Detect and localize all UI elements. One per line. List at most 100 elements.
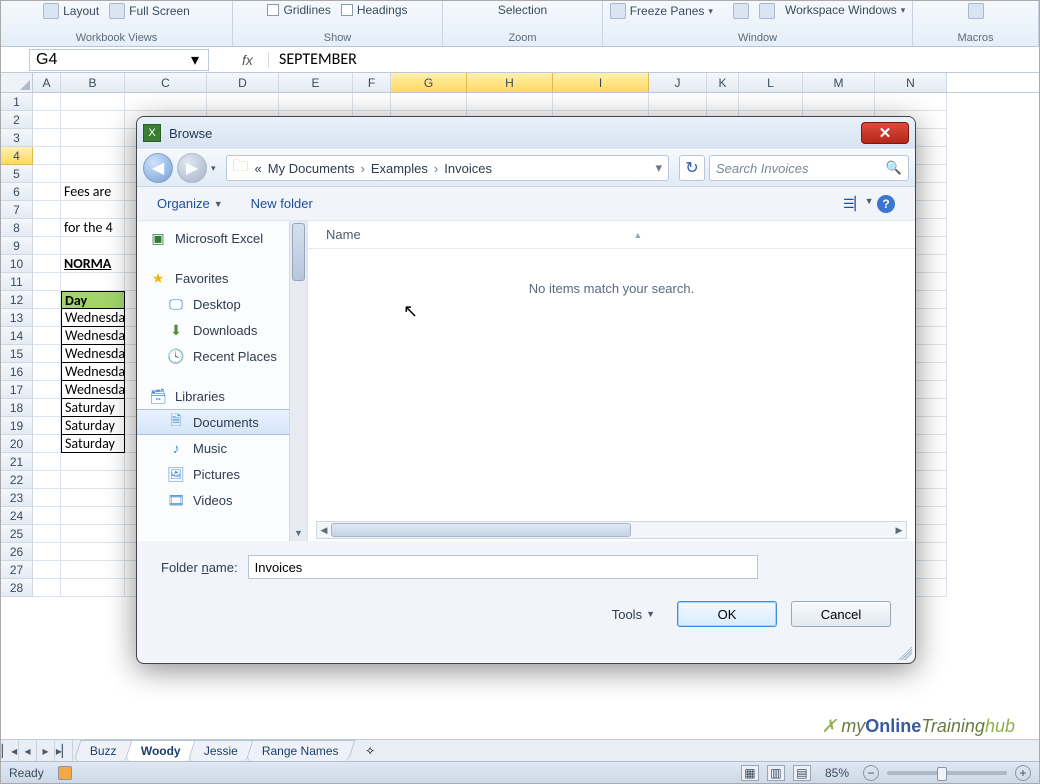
cell[interactable] <box>33 561 61 579</box>
nav-item-excel[interactable]: ▣Microsoft Excel <box>137 225 307 251</box>
cell[interactable] <box>553 93 649 111</box>
search-input[interactable]: Search Invoices 🔍 <box>709 155 909 181</box>
cell[interactable] <box>33 543 61 561</box>
cell[interactable] <box>61 561 125 579</box>
chevron-down-icon[interactable]: ▾ <box>655 160 662 176</box>
row-header[interactable]: 19 <box>1 417 33 435</box>
cell[interactable] <box>33 471 61 489</box>
formula-content[interactable]: SEPTEMBER <box>273 50 357 69</box>
dialog-titlebar[interactable]: X Browse ✕ <box>137 117 915 149</box>
cell[interactable] <box>33 255 61 273</box>
refresh-button[interactable]: ↻ <box>679 155 705 181</box>
cell[interactable] <box>279 93 353 111</box>
split-button[interactable] <box>733 3 749 19</box>
cell[interactable] <box>33 453 61 471</box>
row-header[interactable]: 14 <box>1 327 33 345</box>
cell[interactable] <box>33 399 61 417</box>
sheet-tab[interactable]: Woody <box>124 740 197 761</box>
nav-forward-button[interactable]: ▶ <box>177 153 207 183</box>
row-header[interactable]: 7 <box>1 201 33 219</box>
row-header[interactable]: 28 <box>1 579 33 597</box>
cell[interactable] <box>61 507 125 525</box>
breadcrumb-item[interactable]: My Documents <box>268 161 355 176</box>
scroll-thumb[interactable] <box>331 523 631 537</box>
row-header[interactable]: 8 <box>1 219 33 237</box>
row-header[interactable]: 27 <box>1 561 33 579</box>
column-header-B[interactable]: B <box>61 73 125 92</box>
row-header[interactable]: 26 <box>1 543 33 561</box>
cell[interactable] <box>61 201 125 219</box>
zoom-level[interactable]: 85% <box>825 766 849 780</box>
ok-button[interactable]: OK <box>677 601 777 627</box>
cell[interactable] <box>33 237 61 255</box>
cell[interactable] <box>33 273 61 291</box>
cell[interactable] <box>33 417 61 435</box>
cell[interactable] <box>61 273 125 291</box>
cell[interactable]: Fees are <box>61 183 125 201</box>
row-header[interactable]: 20 <box>1 435 33 453</box>
sheet-tab[interactable]: Range Names <box>246 740 356 761</box>
row-header[interactable]: 24 <box>1 507 33 525</box>
new-folder-button[interactable]: New folder <box>251 196 313 211</box>
column-header-N[interactable]: N <box>875 73 947 92</box>
zoom-selection-button[interactable]: Selection <box>498 3 547 17</box>
cell[interactable] <box>207 93 279 111</box>
cell[interactable] <box>33 147 61 165</box>
row-header[interactable]: 17 <box>1 381 33 399</box>
cell[interactable] <box>125 93 207 111</box>
view-options-button[interactable]: ☰▏▼ <box>843 196 865 212</box>
cell[interactable] <box>61 543 125 561</box>
macro-record-icon[interactable] <box>58 766 72 780</box>
cell[interactable]: Wednesday <box>61 363 125 381</box>
nav-item-favorites[interactable]: ★Favorites <box>137 265 307 291</box>
scroll-down-icon[interactable]: ▼ <box>290 525 307 541</box>
select-all-triangle[interactable] <box>1 73 33 92</box>
resize-grip[interactable] <box>898 646 912 660</box>
tab-nav-last[interactable]: ▸▏ <box>55 740 73 761</box>
row-header[interactable]: 1 <box>1 93 33 111</box>
column-header-H[interactable]: H <box>467 73 553 92</box>
cell[interactable]: Wednesday <box>61 327 125 345</box>
row-header[interactable]: 22 <box>1 471 33 489</box>
cell[interactable] <box>875 93 947 111</box>
scroll-left-icon[interactable]: ◀ <box>317 525 331 536</box>
column-header-F[interactable]: F <box>353 73 391 92</box>
cancel-button[interactable]: Cancel <box>791 601 891 627</box>
cell[interactable] <box>33 507 61 525</box>
cell[interactable] <box>33 435 61 453</box>
navpane-scrollbar[interactable]: ▲ ▼ <box>289 221 307 541</box>
cell[interactable] <box>61 165 125 183</box>
normal-view-button[interactable]: ▦ <box>741 765 759 781</box>
chevron-down-icon[interactable]: ▾ <box>188 53 202 67</box>
arrange-button[interactable] <box>759 3 775 19</box>
help-icon[interactable]: ? <box>877 195 895 213</box>
nav-item-desktop[interactable]: 🖵Desktop <box>137 291 307 317</box>
cell[interactable]: Saturday <box>61 417 125 435</box>
row-header[interactable]: 18 <box>1 399 33 417</box>
tab-nav-first[interactable]: ▏◂ <box>1 740 19 761</box>
row-header[interactable]: 6 <box>1 183 33 201</box>
cell[interactable] <box>33 111 61 129</box>
freeze-panes-button[interactable]: Freeze Panes ▾ <box>610 3 713 19</box>
nav-item-libraries[interactable]: 🗃Libraries <box>137 383 307 409</box>
close-button[interactable]: ✕ <box>861 122 909 144</box>
column-header-M[interactable]: M <box>803 73 875 92</box>
nav-item-music[interactable]: ♪Music <box>137 435 307 461</box>
breadcrumb-item[interactable]: Examples <box>371 161 428 176</box>
cell[interactable] <box>33 381 61 399</box>
cell[interactable] <box>33 525 61 543</box>
cell[interactable] <box>649 93 707 111</box>
column-header-D[interactable]: D <box>207 73 279 92</box>
row-header[interactable]: 21 <box>1 453 33 471</box>
page-break-view-button[interactable]: ▤ <box>793 765 811 781</box>
zoom-slider[interactable] <box>887 771 1007 775</box>
scroll-right-icon[interactable]: ▶ <box>892 525 906 536</box>
row-header[interactable]: 9 <box>1 237 33 255</box>
cell[interactable] <box>61 525 125 543</box>
nav-item-pictures[interactable]: 🖼Pictures <box>137 461 307 487</box>
column-header-J[interactable]: J <box>649 73 707 92</box>
cell[interactable] <box>61 453 125 471</box>
cell[interactable] <box>33 345 61 363</box>
cell[interactable] <box>61 579 125 597</box>
tab-nav-next[interactable]: ▸ <box>37 740 55 761</box>
